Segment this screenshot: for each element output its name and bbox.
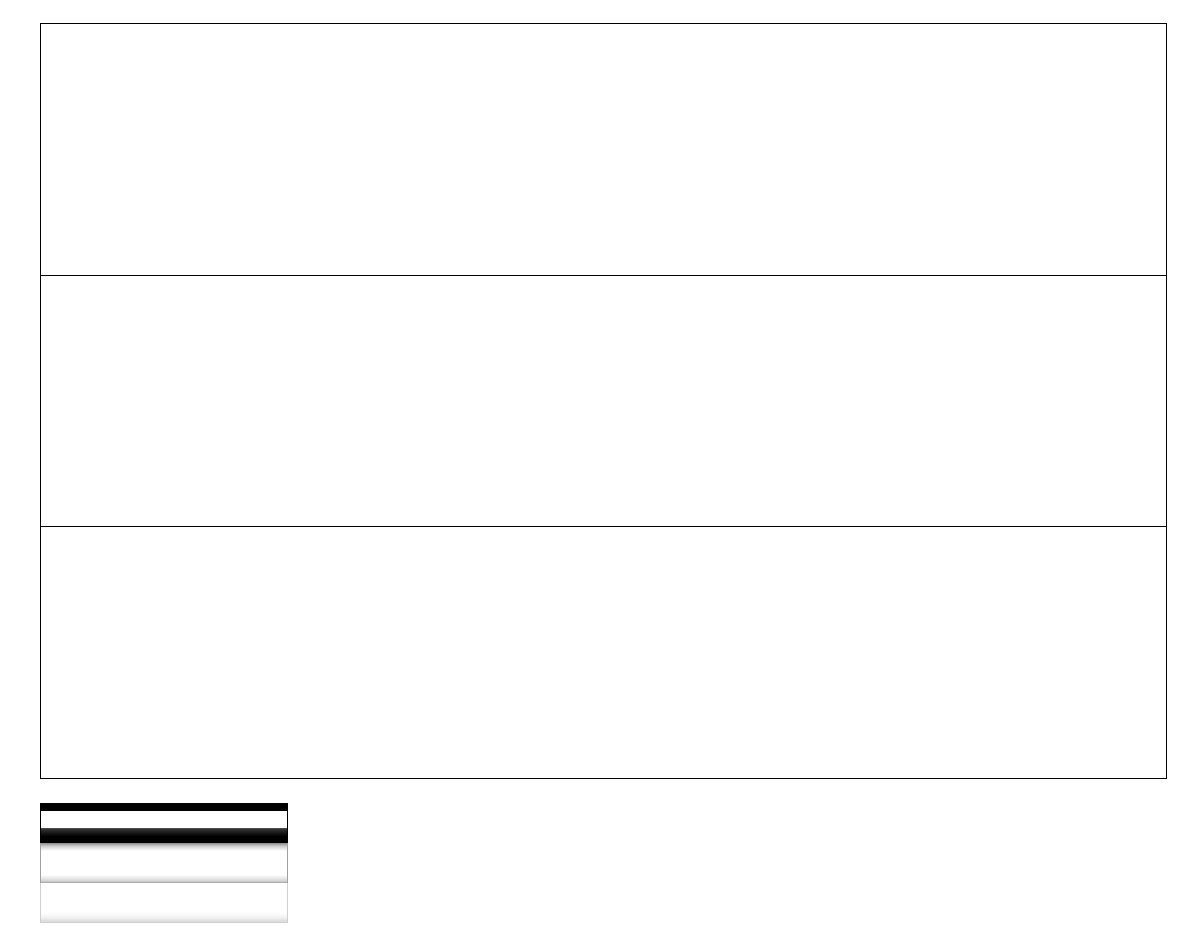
panel-bottom — [41, 527, 1166, 778]
legend-item-1 — [40, 803, 288, 843]
panel-top — [41, 24, 1166, 276]
main-panel-container — [40, 23, 1167, 779]
legend-item-1-inner — [51, 811, 277, 828]
panel-middle — [41, 276, 1166, 528]
legend — [40, 803, 288, 923]
legend-item-3 — [40, 883, 288, 923]
legend-item-2 — [40, 843, 288, 883]
